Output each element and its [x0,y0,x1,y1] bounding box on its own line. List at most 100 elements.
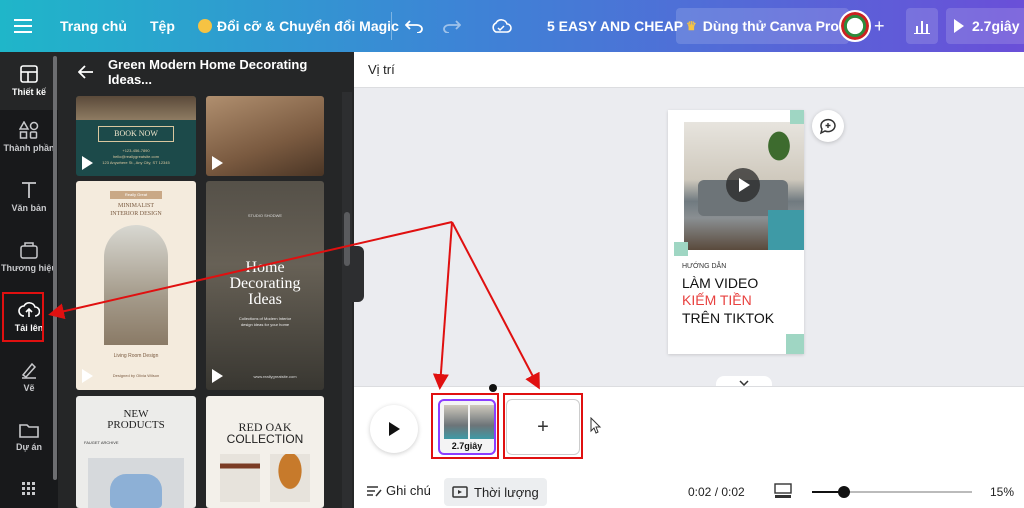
panel-scrollbar[interactable] [342,92,352,508]
template-brand: STUDIO SHODWE [247,213,283,218]
template-card-wood[interactable] [206,96,324,176]
template-brand: FAUGET ARCHIVE [84,440,119,445]
template-card-red-oak[interactable]: RED OAK COLLECTION [206,396,324,508]
analytics-icon[interactable] [906,8,938,44]
rail-projects[interactable]: Dự án [0,408,58,466]
try-pro-button[interactable]: ♛ Dùng thử Canva Pro [676,8,849,44]
template-title-line3: Ideas [248,291,282,308]
template-contact-address: 123 Anywhere St., Any City, ST 12345 [102,160,170,165]
rail-elements[interactable]: Thành phần [0,108,58,166]
video-play-icon [212,156,223,170]
page-view-icon[interactable] [774,483,792,504]
template-tag: Really Great [110,191,162,199]
design-play-button[interactable] [726,168,760,202]
mouse-cursor-icon [590,416,602,440]
rail-scrollbar[interactable] [53,56,57,480]
duration-button[interactable]: Thời lượng [444,478,547,506]
template-credit: Designed by Olivia Wilson [112,373,160,378]
rail-projects-label: Dự án [15,442,43,452]
brand-icon [20,242,38,259]
playhead-marker[interactable] [489,384,497,392]
side-rail: Thiết kế Thành phần Văn bản Thương hiệu … [0,52,58,508]
crown-icon: ♛ [686,19,697,33]
try-pro-label: Dùng thử Canva Pro [702,18,839,34]
timer-icon [452,486,468,498]
rail-draw-label: Vẽ [23,383,35,393]
zoom-percentage[interactable]: 15% [990,485,1014,499]
template-caption: Living Room Design [113,353,159,359]
design-line2: KIẾM TIỀN [682,292,752,308]
rail-design[interactable]: Thiết kế [0,52,58,110]
zoom-slider[interactable] [812,486,972,498]
collapse-panel-handle[interactable] [352,246,364,302]
rail-design-label: Thiết kế [11,87,46,97]
highlight-clip [431,393,499,459]
template-card-book-now[interactable]: BOOK NOW +123-456-7890 hello@reallygreat… [76,96,196,176]
magic-resize-button[interactable]: Đổi cỡ & Chuyển đổi Magic [198,0,399,52]
redo-icon[interactable] [443,0,461,52]
add-collaborator-icon[interactable]: + [874,0,885,52]
editor-toolbar: Vị trí [354,52,1024,88]
cloud-saved-icon[interactable] [490,0,512,52]
apps-grid-icon[interactable] [0,474,58,504]
comment-icon[interactable] [812,110,844,142]
notes-icon [367,485,382,496]
rail-text[interactable]: Văn bản [0,168,58,226]
template-contact-phone: +123-456-7890 [122,148,150,153]
book-now-button: BOOK NOW [98,126,174,142]
play-icon [739,178,750,192]
template-card-home-decorating[interactable]: STUDIO SHODWE Home Decorating Ideas Coll… [206,181,324,390]
duration-label: Thời lượng [474,484,539,500]
template-sub-line2: design ideas for your home [240,322,290,327]
template-title-line2: PRODUCTS [107,419,165,431]
video-play-icon [82,369,93,383]
magic-resize-label: Đổi cỡ & Chuyển đổi Magic [217,18,399,34]
top-bar: Trang chủ Tệp Đổi cỡ & Chuyển đổi Magic … [0,0,1024,52]
template-card-new-products[interactable]: NEW PRODUCTS FAUGET ARCHIVE [76,396,196,508]
document-title[interactable]: 5 EASY AND CHEAP [547,0,683,52]
rail-brand[interactable]: Thương hiệu [0,228,58,286]
chair-image [270,454,310,502]
rail-elements-label: Thành phần [3,143,55,153]
design-photo-plant [764,126,794,166]
zoom-slider-thumb[interactable] [838,486,850,498]
template-title-line2: INTERIOR DESIGN [110,211,162,217]
home-link[interactable]: Trang chủ [60,0,127,52]
video-play-icon [82,156,93,170]
rail-draw[interactable]: Vẽ [0,348,58,406]
timeline-play-button[interactable] [370,405,418,453]
template-title-line1: MINIMALIST [118,203,154,209]
play-icon [389,422,400,436]
mint-accent-top [790,110,804,124]
divider [391,12,392,40]
template-site: www.reallygreatsite.com [253,374,297,379]
undo-icon[interactable] [405,0,423,52]
template-contact-email: hello@reallygreatsite.com [112,154,160,159]
present-button[interactable]: 2.7giây [946,8,1024,44]
avatar[interactable] [839,10,871,42]
teal-accent-block [768,210,804,250]
design-page[interactable]: HƯỚNG DẪN LÀM VIDEO KIẾM TIỀN TRÊN TIKTO… [668,110,804,354]
design-line1: LÀM VIDEO [682,275,759,291]
menu-icon[interactable] [14,0,32,52]
panel-scrollbar-thumb[interactable] [344,212,350,266]
template-title-line2: COLLECTION [226,432,304,446]
panel-header: Green Modern Home Decorating Ideas... [58,52,354,92]
notes-button[interactable]: Ghi chú [366,483,431,498]
play-icon [954,19,964,33]
layout-icon [20,65,38,83]
back-arrow-icon[interactable] [78,65,94,79]
highlight-add-page [503,393,583,459]
template-card-minimalist[interactable]: Really Great MINIMALIST INTERIOR DESIGN … [76,181,196,390]
design-kicker: HƯỚNG DẪN [682,263,727,270]
panel-title: Green Modern Home Decorating Ideas... [107,57,308,87]
file-menu[interactable]: Tệp [150,0,175,52]
chair-image [220,454,260,502]
shapes-icon [19,121,39,139]
rail-text-label: Văn bản [11,203,47,213]
mint-accent-left [674,242,688,256]
text-icon [22,182,36,198]
position-button[interactable]: Vị trí [368,62,395,77]
template-sub-line1: Collections of Modern Interior [238,316,292,321]
template-photo [104,225,168,345]
